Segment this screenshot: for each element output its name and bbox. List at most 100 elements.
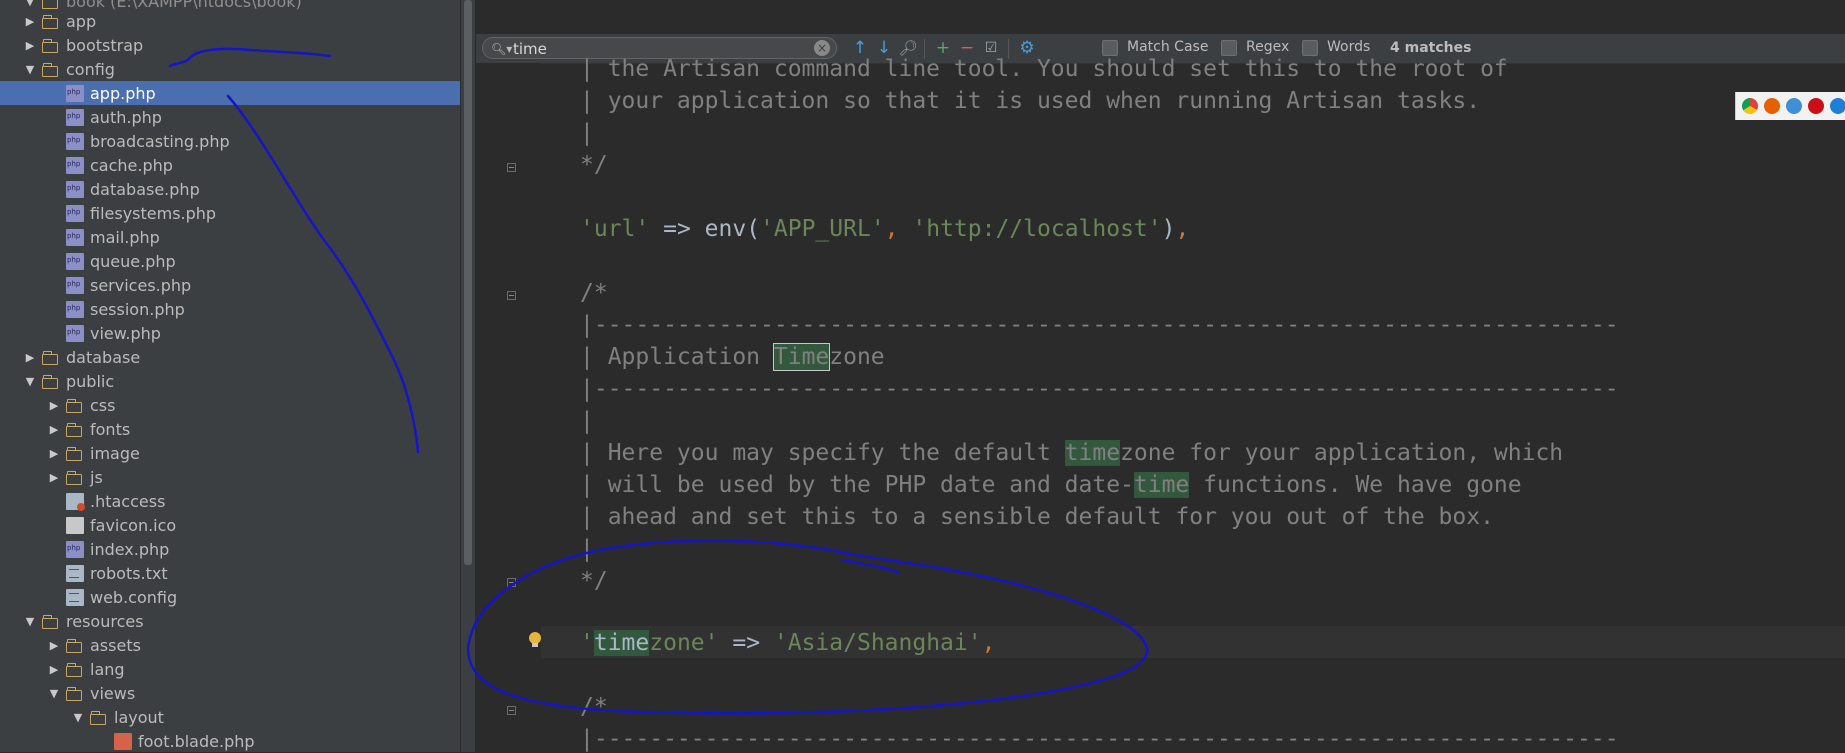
chevron-down-icon[interactable]: ▼	[22, 63, 38, 76]
search-icon[interactable]: 🔍︎▾	[491, 42, 512, 56]
tree-item[interactable]: robots.txt	[0, 561, 460, 585]
folder-icon	[42, 37, 60, 54]
chevron-down-icon[interactable]: ▼	[22, 375, 38, 388]
tree-item-label: .htaccess	[90, 491, 166, 511]
fold-marker-icon[interactable]	[507, 578, 516, 587]
tree-item[interactable]: ▶ css	[0, 393, 460, 417]
chevron-down-icon[interactable]: ▼	[70, 711, 86, 724]
regex-label[interactable]: Regex	[1246, 39, 1289, 55]
code-line: |	[580, 120, 594, 146]
clear-search-icon[interactable]: ×	[814, 40, 830, 56]
tree-item-label: fonts	[90, 419, 131, 439]
browser-preview-icons	[1735, 92, 1845, 120]
tree-item[interactable]: foot.blade.php	[0, 729, 460, 752]
fold-marker-icon[interactable]	[507, 291, 516, 300]
desc-text: | Here you may specify the default	[580, 440, 1065, 466]
chevron-right-icon[interactable]: ▶	[46, 471, 62, 484]
tree-item[interactable]: ▼ resources	[0, 609, 460, 633]
tree-item[interactable]: ▼ views	[0, 681, 460, 705]
folder-icon	[90, 709, 108, 726]
chevron-down-icon[interactable]: ▼	[22, 615, 38, 628]
code-line-url: 'url' => env('APP_URL', 'http://localhos…	[580, 215, 1189, 243]
chevron-right-icon[interactable]: ▶	[22, 351, 38, 364]
folder-icon	[66, 445, 84, 462]
code-line-heading: | Application Timezone	[580, 343, 885, 371]
tree-item[interactable]: filesystems.php	[0, 201, 460, 225]
tree-item[interactable]: ▼ layout	[0, 705, 460, 729]
chrome-icon[interactable]	[1742, 98, 1758, 114]
tree-item[interactable]: ▼ config	[0, 57, 460, 81]
tree-item-selected[interactable]: app.php	[0, 81, 460, 105]
tree-item[interactable]: mail.php	[0, 225, 460, 249]
tree-item[interactable]: ▼ public	[0, 369, 460, 393]
search-input[interactable]: time	[513, 40, 547, 58]
tree-item[interactable]: ▶ js	[0, 465, 460, 489]
chevron-down-icon[interactable]: ▼	[22, 0, 38, 8]
code-line: */	[580, 568, 608, 594]
php-file-icon	[66, 324, 84, 342]
chevron-right-icon[interactable]: ▶	[22, 39, 38, 52]
folder-icon	[42, 373, 60, 390]
tree-item[interactable]: services.php	[0, 273, 460, 297]
code-line: */	[580, 152, 608, 178]
chevron-right-icon[interactable]: ▶	[46, 423, 62, 436]
fold-marker-icon[interactable]	[507, 706, 516, 715]
tree-item-label: resources	[66, 611, 144, 631]
tree-item[interactable]: ▶ assets	[0, 633, 460, 657]
tree-item[interactable]: ▶ lang	[0, 657, 460, 681]
tree-item[interactable]: ▶ image	[0, 441, 460, 465]
tree-item[interactable]: .htaccess	[0, 489, 460, 513]
tree-item[interactable]: session.php	[0, 297, 460, 321]
chevron-right-icon[interactable]: ▶	[22, 15, 38, 28]
match-case-label[interactable]: Match Case	[1127, 39, 1208, 55]
code-line: | ahead and set this to a sensible defau…	[580, 504, 1494, 530]
folder-icon	[42, 349, 60, 366]
tree-scrollbar[interactable]	[461, 0, 475, 752]
words-label[interactable]: Words	[1327, 39, 1370, 55]
regex-checkbox[interactable]	[1221, 40, 1237, 56]
tree-scrollbar-thumb[interactable]	[464, 0, 472, 565]
intention-bulb-icon[interactable]	[528, 631, 542, 649]
tree-item[interactable]: cache.php	[0, 153, 460, 177]
tree-item[interactable]: view.php	[0, 321, 460, 345]
folder-icon	[42, 61, 60, 78]
php-file-icon	[66, 204, 84, 222]
chevron-right-icon[interactable]: ▶	[46, 663, 62, 676]
opera-icon[interactable]	[1808, 98, 1824, 114]
tree-item[interactable]: ▶ bootstrap	[0, 33, 460, 57]
php-file-icon	[66, 276, 84, 294]
tree-item[interactable]: ▶ database	[0, 345, 460, 369]
tree-item-label: cache.php	[90, 155, 173, 175]
chevron-right-icon[interactable]: ▶	[46, 639, 62, 652]
php-file-icon	[66, 84, 84, 102]
chevron-right-icon[interactable]: ▶	[46, 399, 62, 412]
safari-icon[interactable]	[1786, 98, 1802, 114]
fold-marker-icon[interactable]	[507, 163, 516, 172]
timezone-value: 'Asia/Shanghai'	[773, 630, 982, 656]
match-case-checkbox[interactable]	[1102, 40, 1118, 56]
tree-item-label: queue.php	[90, 251, 176, 271]
tree-item[interactable]: queue.php	[0, 249, 460, 273]
firefox-icon[interactable]	[1764, 98, 1780, 114]
tree-item-label: session.php	[90, 299, 185, 319]
tree-item[interactable]: auth.php	[0, 105, 460, 129]
code-line: /*	[580, 694, 608, 720]
tree-item[interactable]: broadcasting.php	[0, 129, 460, 153]
tree-item[interactable]: favicon.ico	[0, 513, 460, 537]
tree-item[interactable]: ▶ fonts	[0, 417, 460, 441]
tree-item[interactable]: database.php	[0, 177, 460, 201]
tree-item[interactable]: ▶ app	[0, 9, 460, 33]
ie-icon[interactable]	[1830, 98, 1845, 114]
php-file-icon	[66, 108, 84, 126]
tree-item[interactable]: web.config	[0, 585, 460, 609]
arrow-operator: =>	[718, 630, 774, 656]
code-line: |---------------------------------------…	[580, 376, 1619, 402]
comma: ,	[884, 216, 913, 242]
chevron-right-icon[interactable]: ▶	[46, 447, 62, 460]
php-file-icon	[66, 252, 84, 270]
words-checkbox[interactable]	[1302, 40, 1318, 56]
php-file-icon	[66, 132, 84, 150]
annotation-tick	[840, 558, 900, 574]
chevron-down-icon[interactable]: ▼	[46, 687, 62, 700]
tree-item[interactable]: index.php	[0, 537, 460, 561]
